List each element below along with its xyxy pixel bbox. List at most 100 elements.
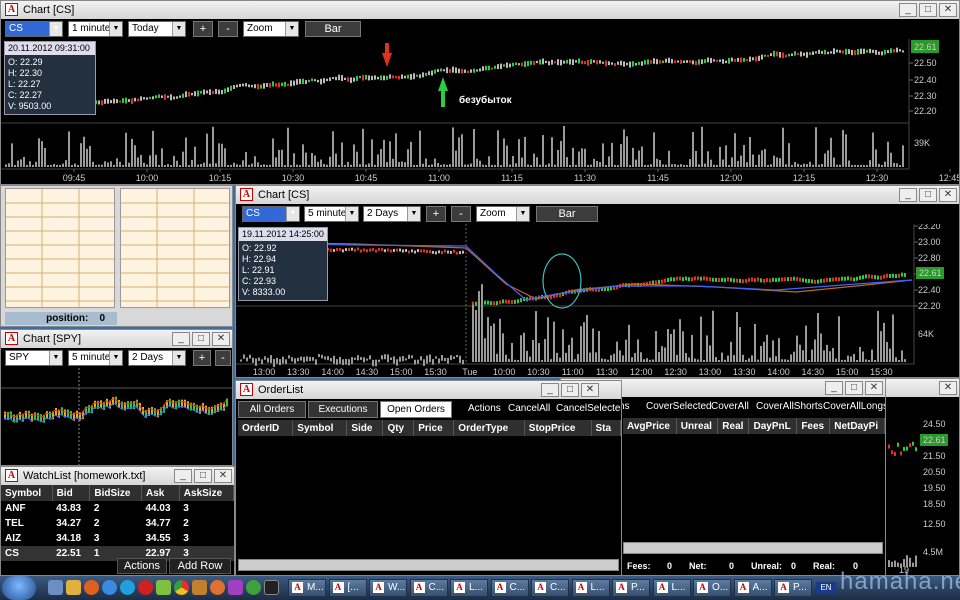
tab-all-orders[interactable]: All Orders	[238, 401, 306, 418]
positions-scrollbar[interactable]	[623, 542, 883, 554]
taskbar-item[interactable]: P...	[774, 579, 812, 597]
close-icon[interactable]: ✕	[212, 332, 230, 346]
zoom-in-button[interactable]: +	[426, 206, 446, 222]
media-icon[interactable]	[156, 580, 171, 595]
taskbar-item[interactable]: C...	[490, 579, 529, 597]
positions-action-button[interactable]: CoverAllLongs	[823, 401, 885, 412]
spy-chart-titlebar[interactable]: A Chart [SPY] _ □ ✕	[1, 330, 232, 348]
maximize-icon[interactable]: □	[919, 3, 937, 17]
minimize-icon[interactable]: _	[172, 332, 190, 346]
ie-icon[interactable]	[102, 580, 117, 595]
column-header[interactable]: Fees	[796, 418, 831, 434]
mid-price-chart[interactable]: 23.2023.0022.8022.6022.4022.2022.6164K13…	[236, 224, 959, 378]
close-icon[interactable]: ✕	[939, 381, 957, 395]
column-header[interactable]: Unreal	[676, 418, 719, 434]
chart-type-button[interactable]: Bar	[536, 206, 598, 222]
cancel-selected-button[interactable]: CancelSelected	[556, 403, 621, 414]
column-header[interactable]: Real	[717, 418, 750, 434]
opera-icon[interactable]	[138, 580, 153, 595]
minimize-icon[interactable]: _	[174, 469, 192, 483]
close-icon[interactable]: ✕	[581, 383, 599, 397]
column-header[interactable]: OrderID	[238, 420, 294, 436]
actions-button[interactable]: Actions	[117, 558, 167, 574]
range-select[interactable]: 2 Days ▼	[128, 350, 186, 366]
mail-icon[interactable]	[228, 580, 243, 595]
skype-icon[interactable]	[120, 580, 135, 595]
explorer-icon[interactable]	[66, 580, 81, 595]
column-header[interactable]: NetDayPi	[829, 418, 885, 434]
taskbar-item[interactable]: C...	[409, 579, 448, 597]
taskbar-item[interactable]: P...	[612, 579, 650, 597]
zoom-select[interactable]: Zoom ▼	[476, 206, 530, 222]
orderlist-scrollbar[interactable]	[238, 559, 619, 571]
close-icon[interactable]: ✕	[865, 381, 883, 395]
terminal-icon[interactable]	[264, 580, 279, 595]
symbol-select[interactable]: SPY ▼	[5, 350, 63, 366]
maximize-icon[interactable]: □	[561, 383, 579, 397]
main-price-chart[interactable]: 22.50 22.40 22.30 22.20 22.61 39K 09:45 10:00 10…	[1, 39, 959, 185]
chrome-icon[interactable]	[174, 580, 189, 595]
zoom-out-button[interactable]: -	[218, 21, 238, 37]
column-header[interactable]: OrderType	[453, 420, 525, 436]
minimize-icon[interactable]: _	[825, 381, 843, 395]
zoom-in-button[interactable]: +	[193, 21, 213, 37]
interval-select[interactable]: 1 minute ▼	[68, 21, 123, 37]
column-header[interactable]: Sta	[591, 420, 621, 436]
column-header[interactable]: Price	[413, 420, 455, 436]
taskbar-item[interactable]: O...	[693, 579, 731, 597]
taskbar-item[interactable]: L...	[571, 579, 610, 597]
taskbar-item[interactable]: C...	[531, 579, 569, 597]
maximize-icon[interactable]: □	[192, 332, 210, 346]
column-header[interactable]: Symbol	[1, 485, 53, 501]
column-header[interactable]: AskSize	[179, 485, 234, 501]
column-header[interactable]: Bid	[52, 485, 91, 501]
right-price-chart[interactable]: 24.5022.6121.5020.5019.5018.5012.504.5M1…	[886, 397, 959, 575]
watchlist-titlebar[interactable]: A WatchList [homework.txt] _ □ ✕	[1, 467, 234, 485]
browser-icon[interactable]	[210, 580, 225, 595]
interval-select[interactable]: 5 minutes ▼	[304, 206, 359, 222]
range-select[interactable]: 2 Days ▼	[363, 206, 421, 222]
show-desktop-icon[interactable]	[48, 580, 63, 595]
close-icon[interactable]: ✕	[214, 469, 232, 483]
app-icon[interactable]	[192, 580, 207, 595]
start-button[interactable]	[2, 576, 36, 600]
taskbar-item[interactable]: W...	[369, 579, 407, 597]
minimize-icon[interactable]: _	[541, 383, 559, 397]
mid-chart-titlebar[interactable]: A Chart [CS] _ □ ✕	[236, 186, 959, 204]
orderlist-titlebar[interactable]: A OrderList _ □ ✕	[236, 381, 621, 399]
minimize-icon[interactable]: _	[899, 188, 917, 202]
table-row[interactable]: TEL 34.27 2 34.77 2	[1, 516, 234, 531]
chart-type-button[interactable]: Bar	[305, 21, 361, 37]
taskbar-item[interactable]: [...	[328, 579, 367, 597]
spy-chart-plot[interactable]	[1, 368, 232, 466]
right-chart-titlebar[interactable]: ✕	[886, 379, 959, 397]
column-header[interactable]: Symbol	[292, 420, 348, 436]
maximize-icon[interactable]: □	[194, 469, 212, 483]
firefox-icon[interactable]	[84, 580, 99, 595]
zoom-in-button[interactable]: +	[193, 350, 211, 366]
actions-menu[interactable]: Actions	[468, 403, 501, 414]
column-header[interactable]: Ask	[141, 485, 180, 501]
mid-chart-plot[interactable]: 23.2023.0022.8022.6022.4022.2022.6164K13…	[236, 224, 959, 378]
close-icon[interactable]: ✕	[939, 3, 957, 17]
add-row-button[interactable]: Add Row	[169, 558, 231, 574]
positions-action-button[interactable]: CoverSelected	[646, 401, 712, 412]
interval-select[interactable]: 5 minutes ▼	[68, 350, 123, 366]
column-header[interactable]: AvgPrice	[623, 418, 677, 434]
main-chart-titlebar[interactable]: A Chart [CS] _ □ ✕	[1, 1, 959, 19]
zoom-out-button[interactable]: -	[451, 206, 471, 222]
zoom-select[interactable]: Zoom ▼	[243, 21, 299, 37]
maximize-icon[interactable]: □	[845, 381, 863, 395]
cancel-all-button[interactable]: CancelAll	[508, 403, 550, 414]
symbol-select[interactable]: CS ▼	[242, 206, 300, 222]
taskbar-item[interactable]: M...	[288, 579, 326, 597]
column-header[interactable]: StopPrice	[524, 420, 592, 436]
spy-price-chart[interactable]	[1, 368, 232, 466]
column-header[interactable]: Qty	[382, 420, 415, 436]
taskbar-item[interactable]: A...	[733, 579, 772, 597]
taskbar-item[interactable]: L...	[450, 579, 488, 597]
close-icon[interactable]: ✕	[939, 188, 957, 202]
column-header[interactable]: BidSize	[89, 485, 142, 501]
torrent-icon[interactable]	[246, 580, 261, 595]
tab-executions[interactable]: Executions	[308, 401, 378, 418]
